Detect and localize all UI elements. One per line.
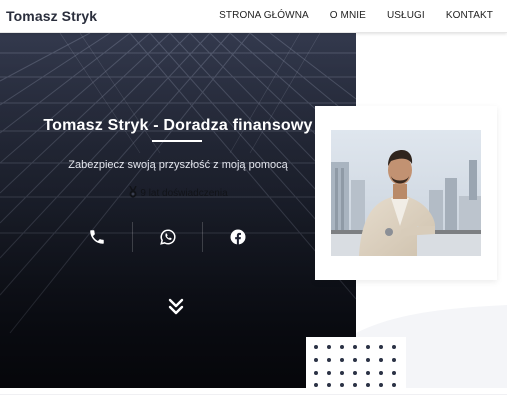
whatsapp-icon <box>159 229 176 245</box>
title-underline <box>152 140 202 142</box>
nav-link-services[interactable]: USŁUGI <box>387 10 425 21</box>
hero-background-image <box>0 33 356 388</box>
dot-pattern <box>314 345 396 387</box>
section-divider <box>0 394 507 395</box>
medal-icon <box>128 185 138 201</box>
whatsapp-button[interactable] <box>132 222 202 252</box>
nav-link-contact[interactable]: KONTAKT <box>446 10 493 21</box>
hero-section: Tomasz Stryk - Doradza finansowy Zabezpi… <box>0 33 356 388</box>
hero-subtitle: Zabezpiecz swoją przyszłość z moją pomoc… <box>68 159 288 171</box>
phone-button[interactable] <box>62 222 132 252</box>
facebook-icon <box>230 229 245 245</box>
main-nav: STRONA GŁÓWNA O MNIE USŁUGI KONTAKT <box>198 10 493 21</box>
double-chevron-down-icon <box>168 298 184 315</box>
site-header: Tomasz Stryk STRONA GŁÓWNA O MNIE USŁUGI… <box>0 0 507 33</box>
facebook-button[interactable] <box>202 222 272 252</box>
profile-photo <box>331 130 481 256</box>
next-section-edge <box>0 388 507 415</box>
site-logo[interactable]: Tomasz Stryk <box>6 8 97 24</box>
scroll-down-button[interactable] <box>167 297 185 322</box>
nav-link-about[interactable]: O MNIE <box>330 10 366 21</box>
hero-title: Tomasz Stryk - Doradza finansowy <box>43 117 313 134</box>
nav-link-home[interactable]: STRONA GŁÓWNA <box>219 10 309 21</box>
dots-decoration <box>306 337 406 388</box>
experience-badge: 9 lat doświadczenia <box>0 185 356 201</box>
phone-icon <box>90 230 104 244</box>
social-links <box>62 222 272 252</box>
profile-photo-card <box>315 106 497 280</box>
experience-text: 9 lat doświadczenia <box>140 188 228 199</box>
